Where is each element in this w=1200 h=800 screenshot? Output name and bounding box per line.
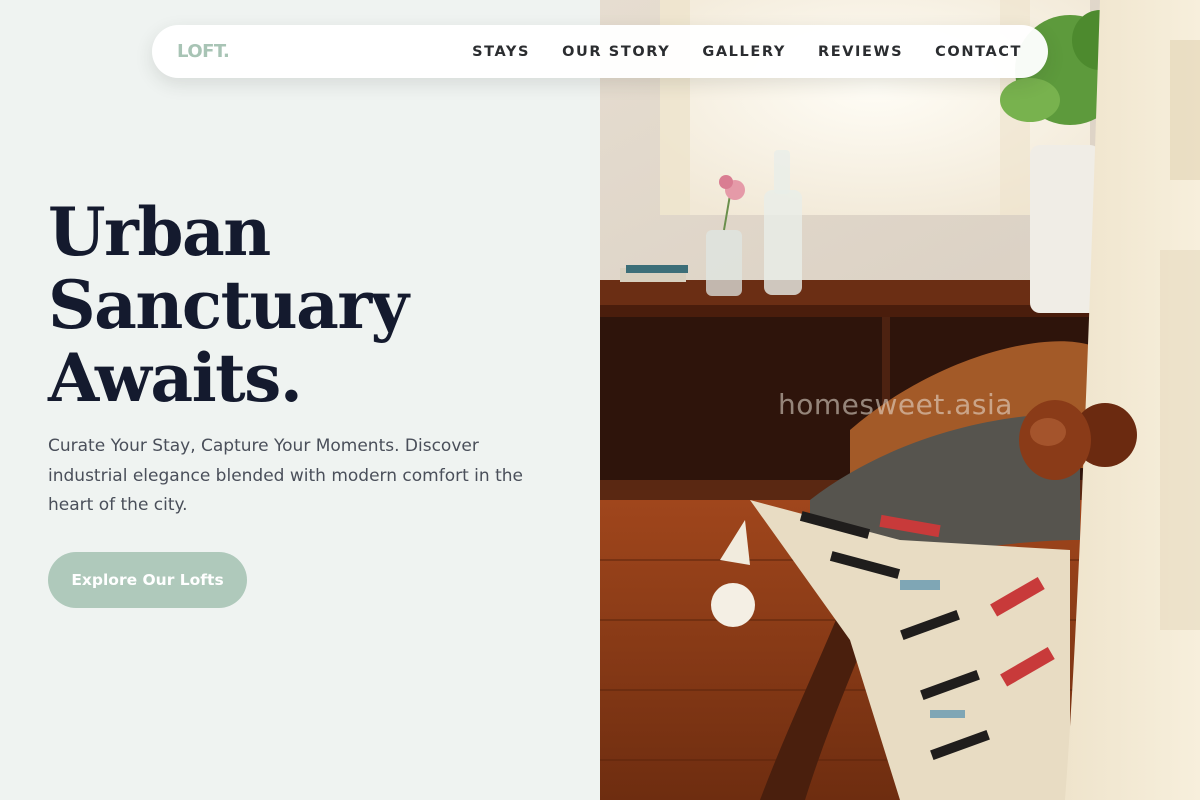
nav-links: STAYS OUR STORY GALLERY REVIEWS CONTACT	[440, 44, 1022, 60]
hero-subtitle: Curate Your Stay, Capture Your Moments. …	[48, 436, 523, 515]
nav-item-stays[interactable]: STAYS	[472, 44, 530, 60]
hero-title: Urban Sanctuary Awaits.	[48, 196, 568, 415]
explore-lofts-button[interactable]: Explore Our Lofts	[48, 552, 247, 608]
watermark-text: homesweet.asia	[778, 388, 1013, 421]
top-navbar: LOFT. STAYS OUR STORY GALLERY REVIEWS CO…	[152, 25, 1048, 78]
nav-item-contact[interactable]: CONTACT	[935, 44, 1022, 60]
hero-left-panel: Urban Sanctuary Awaits. Curate Your Stay…	[0, 0, 600, 800]
nav-item-reviews[interactable]: REVIEWS	[818, 44, 903, 60]
hero-title-line: Awaits.	[48, 339, 303, 417]
hero-photo: homesweet.asia	[600, 0, 1200, 800]
hero-title-line: Urban	[48, 193, 271, 271]
brand-logo[interactable]: LOFT.	[177, 41, 230, 62]
hero-title-line: Sanctuary	[48, 266, 409, 344]
nav-item-our-story[interactable]: OUR STORY	[562, 44, 670, 60]
nav-item-gallery[interactable]: GALLERY	[702, 44, 786, 60]
